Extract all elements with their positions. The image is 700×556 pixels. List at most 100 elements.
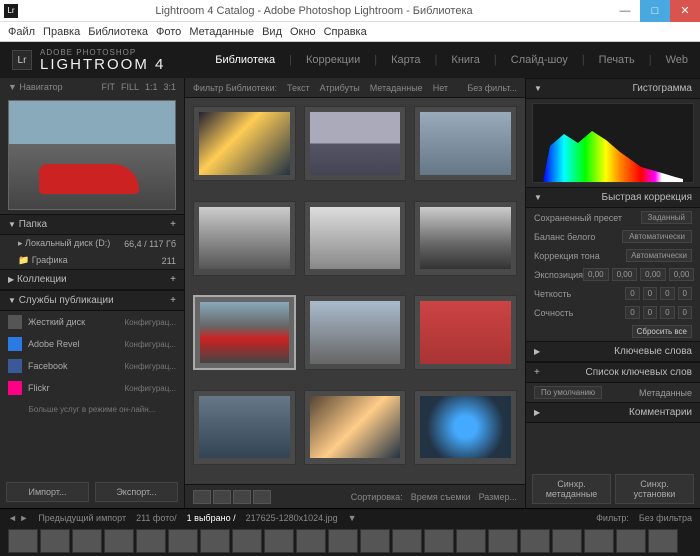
film-thumb[interactable] [616,529,646,553]
metadata-preset[interactable]: По умолчанию [534,386,602,399]
film-thumb[interactable] [40,529,70,553]
sync-settings-button[interactable]: Синхр. установки [615,474,694,504]
menu-help[interactable]: Справка [324,26,367,38]
module-print[interactable]: Печать [599,54,635,66]
quickdev-header[interactable]: Быстрая коррекция▼ [526,187,700,208]
vibrance-dec[interactable]: 0 [643,306,657,319]
film-thumb[interactable] [104,529,134,553]
minimize-button[interactable]: — [610,0,640,22]
export-button[interactable]: Экспорт... [95,482,178,502]
menu-view[interactable]: Вид [262,26,282,38]
film-thumb[interactable] [520,529,550,553]
source-label[interactable]: Предыдущий импорт [38,513,126,523]
navigator-preview[interactable] [8,100,176,210]
module-slideshow[interactable]: Слайд-шоу [511,54,568,66]
grid-cell[interactable] [193,106,296,181]
film-thumb[interactable] [296,529,326,553]
grid-cell[interactable] [414,295,517,370]
vibrance-dec2[interactable]: 0 [625,306,639,319]
wb-select[interactable]: Автоматически [622,230,692,243]
publish-header[interactable]: ▼ Службы публикации+ [0,290,184,311]
module-develop[interactable]: Коррекции [306,54,360,66]
nav-3to1[interactable]: 3:1 [163,82,176,92]
nav-fill[interactable]: FILL [121,82,139,92]
vibrance-inc2[interactable]: 0 [678,306,692,319]
exposure-dec2[interactable]: 0,00 [583,268,609,281]
comments-header[interactable]: Комментарии▶ [526,402,700,423]
menu-library[interactable]: Библиотека [88,26,148,38]
publish-facebook[interactable]: FacebookКонфигурац... [0,355,184,377]
filter-text[interactable]: Текст [287,83,310,93]
import-button[interactable]: Импорт... [6,482,89,502]
keywords-header[interactable]: Ключевые слова▶ [526,341,700,362]
film-thumb[interactable] [584,529,614,553]
menu-window[interactable]: Окно [290,26,316,38]
folder-graphics[interactable]: 📁 Графика211 [0,252,184,269]
nav-fit[interactable]: FIT [101,82,115,92]
grid-cell[interactable] [414,106,517,181]
preset-select[interactable]: Заданный [641,211,692,224]
histogram[interactable] [532,103,694,183]
film-thumb[interactable] [648,529,678,553]
clarity-dec2[interactable]: 0 [625,287,639,300]
view-loupe-icon[interactable] [213,490,231,504]
filter-none[interactable]: Нет [433,83,448,93]
film-thumb[interactable] [232,529,262,553]
grid-cell[interactable] [304,201,407,276]
filter-value[interactable]: Без фильтра [639,513,692,523]
grid-cell[interactable] [304,295,407,370]
film-thumb[interactable] [328,529,358,553]
menu-edit[interactable]: Правка [43,26,80,38]
more-services-link[interactable]: Больше услуг в режиме он-лайн... [0,399,184,420]
reset-all-button[interactable]: Сбросить все [632,325,692,338]
grid-cell[interactable] [414,201,517,276]
vibrance-inc[interactable]: 0 [660,306,674,319]
film-thumb[interactable] [72,529,102,553]
film-thumb[interactable] [424,529,454,553]
exposure-inc[interactable]: 0,00 [640,268,666,281]
filter-attrib[interactable]: Атрибуты [320,83,360,93]
clarity-dec[interactable]: 0 [643,287,657,300]
grid-cell[interactable] [414,390,517,465]
view-survey-icon[interactable] [253,490,271,504]
film-thumb[interactable] [264,529,294,553]
maximize-button[interactable]: □ [640,0,670,22]
grid-cell[interactable] [193,390,296,465]
film-thumb[interactable] [488,529,518,553]
view-grid-icon[interactable] [193,490,211,504]
keywordlist-header[interactable]: Список ключевых слов+ [526,362,700,383]
sync-metadata-button[interactable]: Синхр. метаданные [532,474,611,504]
sort-value[interactable]: Время съемки [411,492,471,502]
film-thumb[interactable] [168,529,198,553]
module-book[interactable]: Книга [451,54,480,66]
publish-revel[interactable]: Adobe RevelКонфигурац... [0,333,184,355]
exposure-dec[interactable]: 0,00 [612,268,638,281]
nav-1to1[interactable]: 1:1 [145,82,158,92]
film-thumb[interactable] [392,529,422,553]
module-map[interactable]: Карта [391,54,420,66]
module-web[interactable]: Web [666,54,688,66]
filter-preset[interactable]: Без фильт... [467,83,517,93]
menu-metadata[interactable]: Метаданные [189,26,254,38]
histogram-header[interactable]: Гистограмма▼ [526,78,700,99]
grid-cell-selected[interactable] [193,295,296,370]
grid-cell[interactable] [193,201,296,276]
filter-metadata[interactable]: Метаданные [370,83,423,93]
grid-cell[interactable] [304,390,407,465]
film-thumb[interactable] [360,529,390,553]
film-thumb[interactable] [200,529,230,553]
tone-auto-button[interactable]: Автоматически [626,249,692,262]
filmstrip-nav[interactable]: ◄ ► [8,513,28,523]
publish-hdd[interactable]: Жесткий дискКонфигурац... [0,311,184,333]
clarity-inc2[interactable]: 0 [678,287,692,300]
film-thumb[interactable] [136,529,166,553]
film-thumb[interactable] [552,529,582,553]
clarity-inc[interactable]: 0 [660,287,674,300]
publish-flickr[interactable]: FlickrКонфигурац... [0,377,184,399]
folders-header[interactable]: ▼ Папка+ [0,214,184,235]
dropdown-icon[interactable]: ▼ [348,513,357,523]
view-compare-icon[interactable] [233,490,251,504]
close-button[interactable]: ✕ [670,0,700,22]
module-library[interactable]: Библиотека [215,54,275,66]
menu-photo[interactable]: Фото [156,26,181,38]
